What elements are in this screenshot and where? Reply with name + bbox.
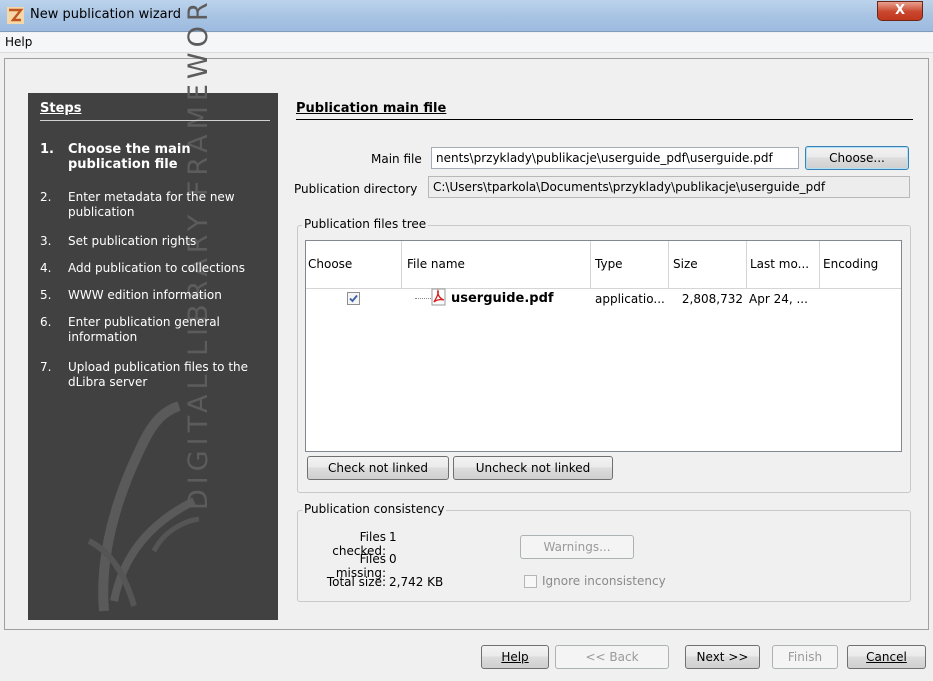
column-file-name[interactable]: File name: [402, 241, 591, 289]
table-header: Choose File name Type Size Last mo... En…: [306, 241, 901, 289]
wizard-window: New publication wizard X Help DIGITAL LI…: [0, 0, 933, 681]
check-not-linked-button[interactable]: Check not linked: [307, 456, 449, 480]
last-modified-cell: Apr 24, ...: [749, 292, 808, 306]
pdf-file-icon: [431, 288, 446, 306]
cancel-button-label: Cancel: [866, 650, 907, 664]
title-bar: New publication wizard X: [0, 0, 933, 32]
next-button-label: Next >>: [696, 650, 749, 664]
total-size-label: Total size:: [326, 575, 386, 589]
uncheck-not-linked-button[interactable]: Uncheck not linked: [453, 456, 613, 480]
files-checked-value: 1: [389, 530, 397, 544]
step-number: 2.: [40, 190, 52, 204]
step-label: Choose the main publication file: [68, 142, 191, 172]
help-button-label: Help: [501, 650, 529, 664]
steps-panel: [28, 93, 278, 620]
back-button[interactable]: << Back: [555, 645, 669, 669]
file-name-cell[interactable]: userguide.pdf: [451, 291, 554, 306]
app-icon: [7, 7, 24, 24]
finish-button[interactable]: Finish: [772, 645, 838, 669]
warnings-button[interactable]: Warnings...: [520, 535, 634, 559]
step-number: 3.: [40, 234, 52, 248]
step-label: Enter publication general information: [68, 315, 220, 344]
type-cell: applicatio...: [595, 292, 665, 306]
close-button[interactable]: X: [877, 1, 923, 21]
consistency-legend: Publication consistency: [302, 502, 447, 516]
column-last-modified[interactable]: Last mo...: [747, 241, 820, 289]
step-label: Enter metadata for the new publication: [68, 190, 235, 219]
ignore-inconsistency-checkbox[interactable]: [524, 575, 537, 588]
choose-checkbox[interactable]: [347, 292, 360, 305]
column-encoding[interactable]: Encoding: [820, 241, 901, 289]
column-size[interactable]: Size: [669, 241, 747, 289]
watermark-text: DIGITAL LIBRARY FRAMEWORK: [183, 0, 214, 510]
step-label: Add publication to collections: [68, 261, 245, 275]
step-label: Upload publication files to the dLibra s…: [68, 360, 249, 389]
step-number: 6.: [40, 315, 52, 329]
step-label: Set publication rights: [68, 234, 197, 248]
checkmark-icon: [349, 294, 358, 303]
step-number: 7.: [40, 360, 52, 374]
publication-directory-label: Publication directory: [294, 182, 418, 196]
help-button[interactable]: Help: [481, 645, 549, 669]
column-choose[interactable]: Choose: [306, 241, 402, 289]
menu-help[interactable]: Help: [5, 35, 32, 49]
main-file-field[interactable]: nents\przyklady\publikacje\userguide_pdf…: [431, 147, 799, 169]
choose-button-label: Choose...: [829, 151, 885, 165]
step-label: WWW edition information: [68, 288, 222, 302]
menu-bar: Help: [0, 33, 933, 53]
main-file-label: Main file: [371, 152, 422, 166]
step-number: 5.: [40, 288, 52, 302]
files-tree-legend: Publication files tree: [302, 217, 429, 231]
section-title: Publication main file: [296, 101, 913, 120]
column-type[interactable]: Type: [591, 241, 669, 289]
files-missing-value: 0: [389, 552, 397, 566]
next-button[interactable]: Next >>: [685, 645, 760, 669]
total-size-value: 2,742 KB: [389, 575, 444, 589]
ignore-inconsistency-label: Ignore inconsistency: [542, 574, 666, 588]
tree-connector: [415, 298, 431, 299]
choose-button[interactable]: Choose...: [805, 146, 909, 170]
window-title: New publication wizard: [30, 7, 182, 22]
publication-directory-field: C:\Users\tparkola\Documents\przyklady\pu…: [428, 176, 910, 198]
steps-title: Steps: [40, 101, 270, 121]
step-number: 4.: [40, 261, 52, 275]
size-cell: 2,808,732: [681, 292, 743, 306]
step-number: 1.: [40, 142, 54, 157]
cancel-button[interactable]: Cancel: [847, 645, 926, 669]
files-table: Choose File name Type Size Last mo... En…: [305, 240, 902, 452]
